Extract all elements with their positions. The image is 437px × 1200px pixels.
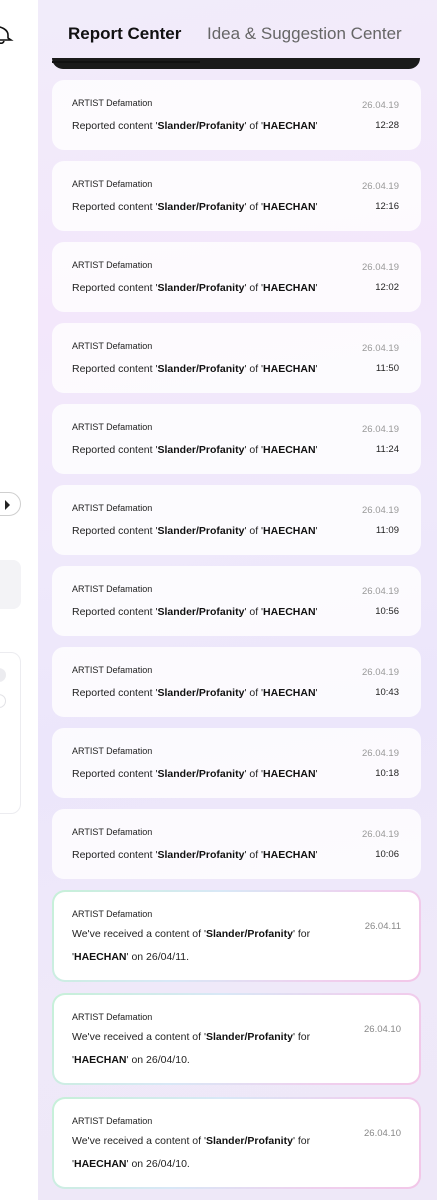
report-card[interactable]: ARTIST Defamation Reported content 'Sland… xyxy=(52,242,421,312)
received-message-line1: We've received a content of 'Slander/Pro… xyxy=(72,1135,311,1147)
tab-bar: Report Center Idea & Suggestion Center xyxy=(38,0,437,64)
report-date: 26.04.19 xyxy=(362,748,399,759)
report-panel: Report Center Idea & Suggestion Center A… xyxy=(38,0,437,1200)
received-card-body: ARTIST Defamation We've received a conten… xyxy=(54,995,419,1083)
report-date: 26.04.19 xyxy=(362,424,399,435)
play-icon xyxy=(5,500,10,510)
report-category: ARTIST Defamation xyxy=(72,422,153,432)
report-message: Reported content 'Slander/Profanity' of … xyxy=(72,687,318,699)
left-panel-box xyxy=(0,560,21,609)
report-category: ARTIST Defamation xyxy=(72,260,153,270)
received-date: 26.04.10 xyxy=(364,1024,401,1035)
report-card[interactable]: ARTIST Defamation Reported content 'Sland… xyxy=(52,728,421,798)
received-card[interactable]: ARTIST Defamation We've received a conten… xyxy=(52,1097,421,1189)
received-message-line1: We've received a content of 'Slander/Pro… xyxy=(72,928,311,940)
received-message-line2: 'HAECHAN' on 26/04/10. xyxy=(72,1158,190,1170)
report-message: Reported content 'Slander/Profanity' of … xyxy=(72,201,318,213)
received-category: ARTIST Defamation xyxy=(72,909,153,919)
report-time: 11:24 xyxy=(375,444,399,455)
tab-report-center[interactable]: Report Center xyxy=(68,24,181,44)
report-card[interactable]: ARTIST Defamation Reported content 'Sland… xyxy=(52,809,421,879)
report-date: 26.04.19 xyxy=(362,100,399,111)
scrolled-card-edge xyxy=(52,58,420,69)
left-panel xyxy=(0,0,38,1200)
report-card[interactable]: ARTIST Defamation Reported content 'Sland… xyxy=(52,323,421,393)
report-time: 12:28 xyxy=(375,120,399,131)
received-card-body: ARTIST Defamation We've received a conten… xyxy=(54,1099,419,1187)
report-time: 10:56 xyxy=(375,606,399,617)
report-message: Reported content 'Slander/Profanity' of … xyxy=(72,363,318,375)
report-message: Reported content 'Slander/Profanity' of … xyxy=(72,282,318,294)
received-message-line2: 'HAECHAN' on 26/04/10. xyxy=(72,1054,190,1066)
report-category: ARTIST Defamation xyxy=(72,341,153,351)
report-category: ARTIST Defamation xyxy=(72,179,153,189)
received-category: ARTIST Defamation xyxy=(72,1012,153,1022)
received-date: 26.04.10 xyxy=(364,1128,401,1139)
report-date: 26.04.19 xyxy=(362,343,399,354)
tab-idea-suggestion-center[interactable]: Idea & Suggestion Center xyxy=(207,24,402,44)
report-time: 12:02 xyxy=(375,282,399,293)
received-card[interactable]: ARTIST Defamation We've received a conten… xyxy=(52,993,421,1085)
report-time: 12:16 xyxy=(375,201,399,212)
received-card-body: ARTIST Defamation We've received a conten… xyxy=(54,892,419,980)
report-message: Reported content 'Slander/Profanity' of … xyxy=(72,525,318,537)
report-card[interactable]: ARTIST Defamation Reported content 'Sland… xyxy=(52,647,421,717)
report-card[interactable]: ARTIST Defamation Reported content 'Sland… xyxy=(52,566,421,636)
report-date: 26.04.19 xyxy=(362,829,399,840)
report-category: ARTIST Defamation xyxy=(72,584,153,594)
report-date: 26.04.19 xyxy=(362,505,399,516)
bell-icon[interactable] xyxy=(0,22,14,44)
report-category: ARTIST Defamation xyxy=(72,503,153,513)
report-time: 10:43 xyxy=(375,687,399,698)
received-category: ARTIST Defamation xyxy=(72,1116,153,1126)
report-date: 26.04.19 xyxy=(362,181,399,192)
report-message: Reported content 'Slander/Profanity' of … xyxy=(72,849,318,861)
report-message: Reported content 'Slander/Profanity' of … xyxy=(72,768,318,780)
report-message: Reported content 'Slander/Profanity' of … xyxy=(72,444,318,456)
received-card[interactable]: ARTIST Defamation We've received a conten… xyxy=(52,890,421,982)
report-category: ARTIST Defamation xyxy=(72,827,153,837)
received-message-line1: We've received a content of 'Slander/Pro… xyxy=(72,1031,311,1043)
report-date: 26.04.19 xyxy=(362,586,399,597)
report-date: 26.04.19 xyxy=(362,667,399,678)
report-time: 10:18 xyxy=(375,768,399,779)
report-time: 10:06 xyxy=(375,849,399,860)
report-message: Reported content 'Slander/Profanity' of … xyxy=(72,606,318,618)
report-date: 26.04.19 xyxy=(362,262,399,273)
report-card[interactable]: ARTIST Defamation Reported content 'Sland… xyxy=(52,404,421,474)
report-category: ARTIST Defamation xyxy=(72,98,153,108)
received-date: 26.04.11 xyxy=(364,921,401,932)
active-tab-indicator xyxy=(52,61,200,63)
report-time: 11:50 xyxy=(375,363,399,374)
received-message-line2: 'HAECHAN' on 26/04/11. xyxy=(72,951,190,963)
report-card[interactable]: ARTIST Defamation Reported content 'Sland… xyxy=(52,80,421,150)
report-card[interactable]: ARTIST Defamation Reported content 'Sland… xyxy=(52,161,421,231)
report-category: ARTIST Defamation xyxy=(72,746,153,756)
report-time: 11:09 xyxy=(375,525,399,536)
play-button[interactable] xyxy=(0,492,21,516)
report-card[interactable]: ARTIST Defamation Reported content 'Sland… xyxy=(52,485,421,555)
report-category: ARTIST Defamation xyxy=(72,665,153,675)
report-message: Reported content 'Slander/Profanity' of … xyxy=(72,120,318,132)
